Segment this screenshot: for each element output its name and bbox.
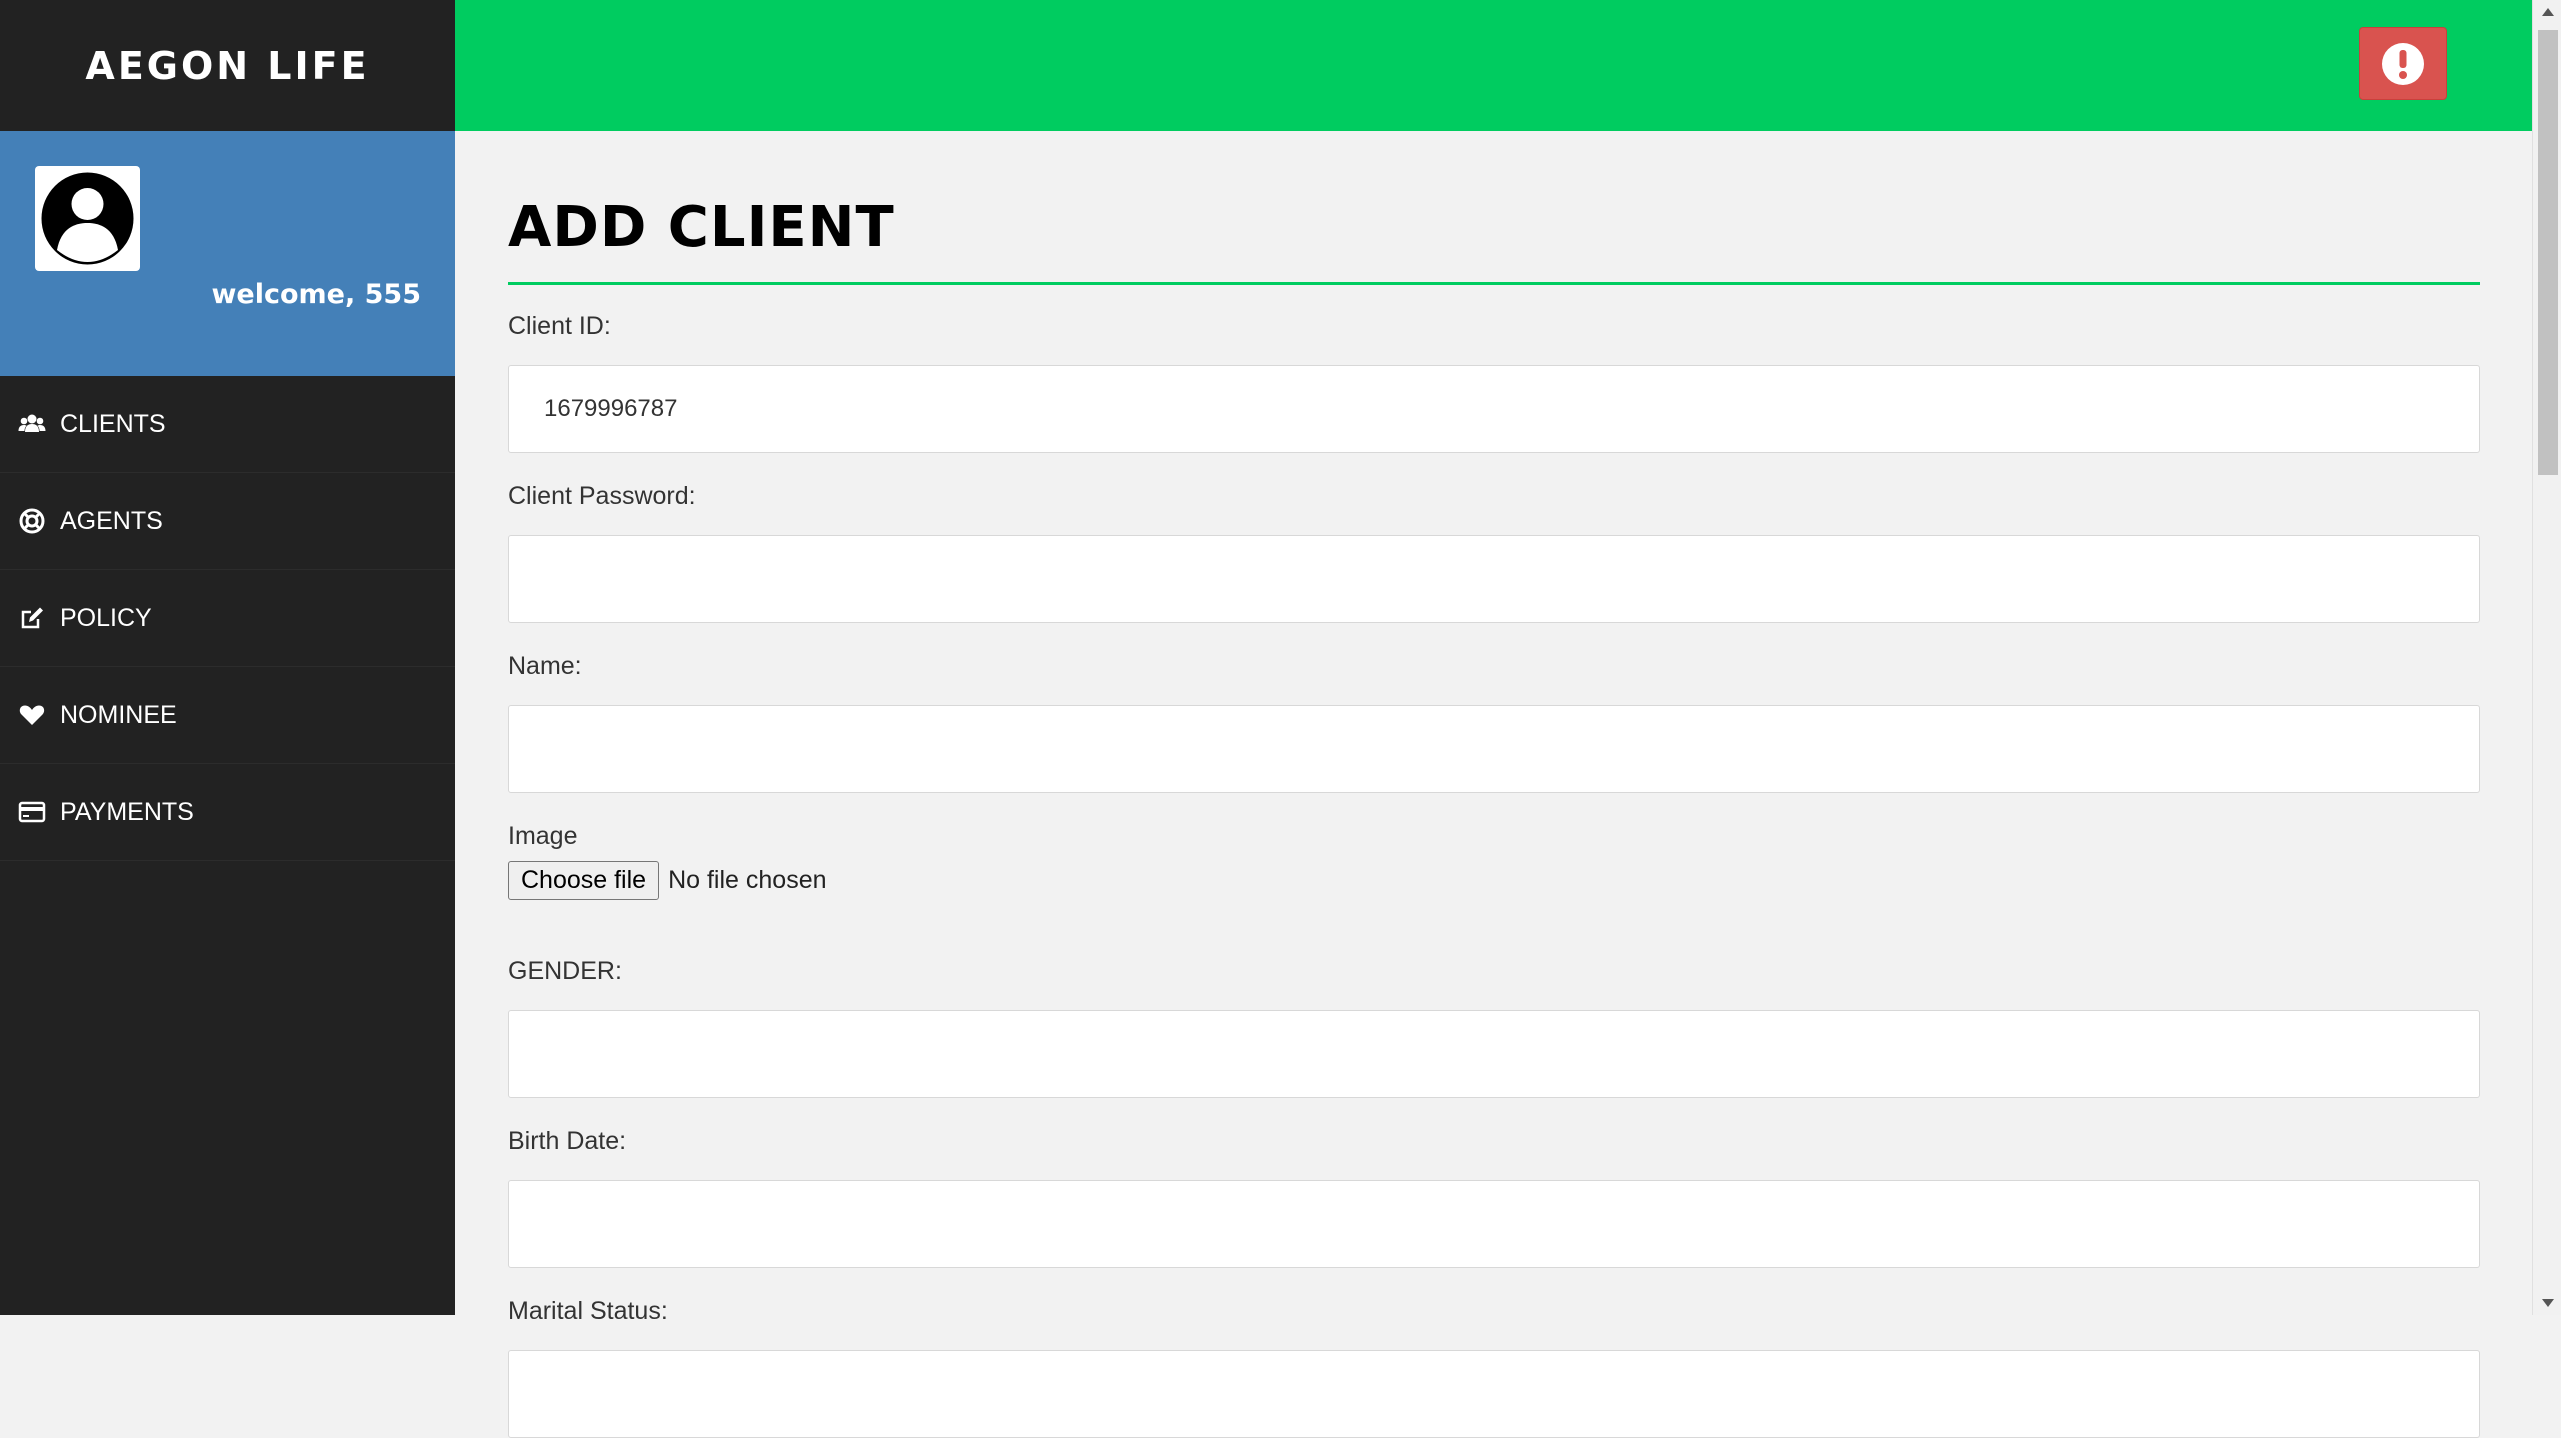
- brand-title: AEGON LIFE: [85, 43, 370, 88]
- top-bar: [455, 0, 2532, 131]
- name-input[interactable]: [508, 705, 2480, 793]
- birth-date-input[interactable]: [508, 1180, 2480, 1268]
- edit-icon: [16, 602, 48, 634]
- profile-panel: welcome, 555: [0, 131, 455, 376]
- sidebar-item-clients[interactable]: CLIENTS: [0, 376, 455, 473]
- page-scrollbar[interactable]: [2532, 0, 2561, 1315]
- heart-icon: [16, 699, 48, 731]
- title-divider: [508, 282, 2480, 285]
- sidebar-item-label: PAYMENTS: [60, 797, 194, 826]
- image-label: Image: [508, 822, 578, 850]
- sidebar-item-nominee[interactable]: NOMINEE: [0, 667, 455, 764]
- sidebar-item-label: NOMINEE: [60, 700, 177, 729]
- client-password-label: Client Password:: [508, 482, 696, 510]
- gender-label: GENDER:: [508, 957, 622, 985]
- users-icon: [16, 408, 48, 440]
- scroll-down-arrow-icon[interactable]: [2542, 1299, 2554, 1307]
- credit-card-icon: [16, 796, 48, 828]
- welcome-text: welcome, 555: [211, 279, 421, 310]
- client-password-input[interactable]: [508, 535, 2480, 623]
- choose-file-button[interactable]: Choose file: [508, 861, 660, 900]
- alert-button[interactable]: [2359, 27, 2447, 100]
- sidebar-item-agents[interactable]: AGENTS: [0, 473, 455, 570]
- marital-status-input[interactable]: [508, 1350, 2480, 1438]
- user-avatar-icon: [41, 172, 134, 265]
- scroll-up-arrow-icon[interactable]: [2542, 8, 2554, 16]
- sidebar-item-policy[interactable]: POLICY: [0, 570, 455, 667]
- avatar: [35, 166, 140, 271]
- exclamation-circle-icon: [2382, 42, 2424, 85]
- sidebar: AEGON LIFE welcome, 555 CLIENTS AGENTS P…: [0, 0, 455, 1315]
- name-label: Name:: [508, 652, 582, 680]
- main-content: ADD CLIENT Client ID: Client Password: N…: [508, 131, 2481, 1438]
- file-status-text: No file chosen: [668, 866, 827, 894]
- birth-date-label: Birth Date:: [508, 1127, 627, 1155]
- image-file-picker: Choose file No file chosen: [508, 861, 2481, 900]
- sidebar-item-payments[interactable]: PAYMENTS: [0, 764, 455, 861]
- scrollbar-thumb[interactable]: [2538, 30, 2558, 475]
- sidebar-item-label: AGENTS: [60, 506, 163, 535]
- marital-status-label: Marital Status:: [508, 1297, 668, 1325]
- client-id-label: Client ID:: [508, 312, 611, 340]
- sidebar-item-label: POLICY: [60, 603, 152, 632]
- life-ring-icon: [16, 505, 48, 537]
- gender-input[interactable]: [508, 1010, 2480, 1098]
- client-id-input[interactable]: [508, 365, 2480, 453]
- sidebar-item-label: CLIENTS: [60, 409, 166, 438]
- page-title: ADD CLIENT: [508, 195, 895, 260]
